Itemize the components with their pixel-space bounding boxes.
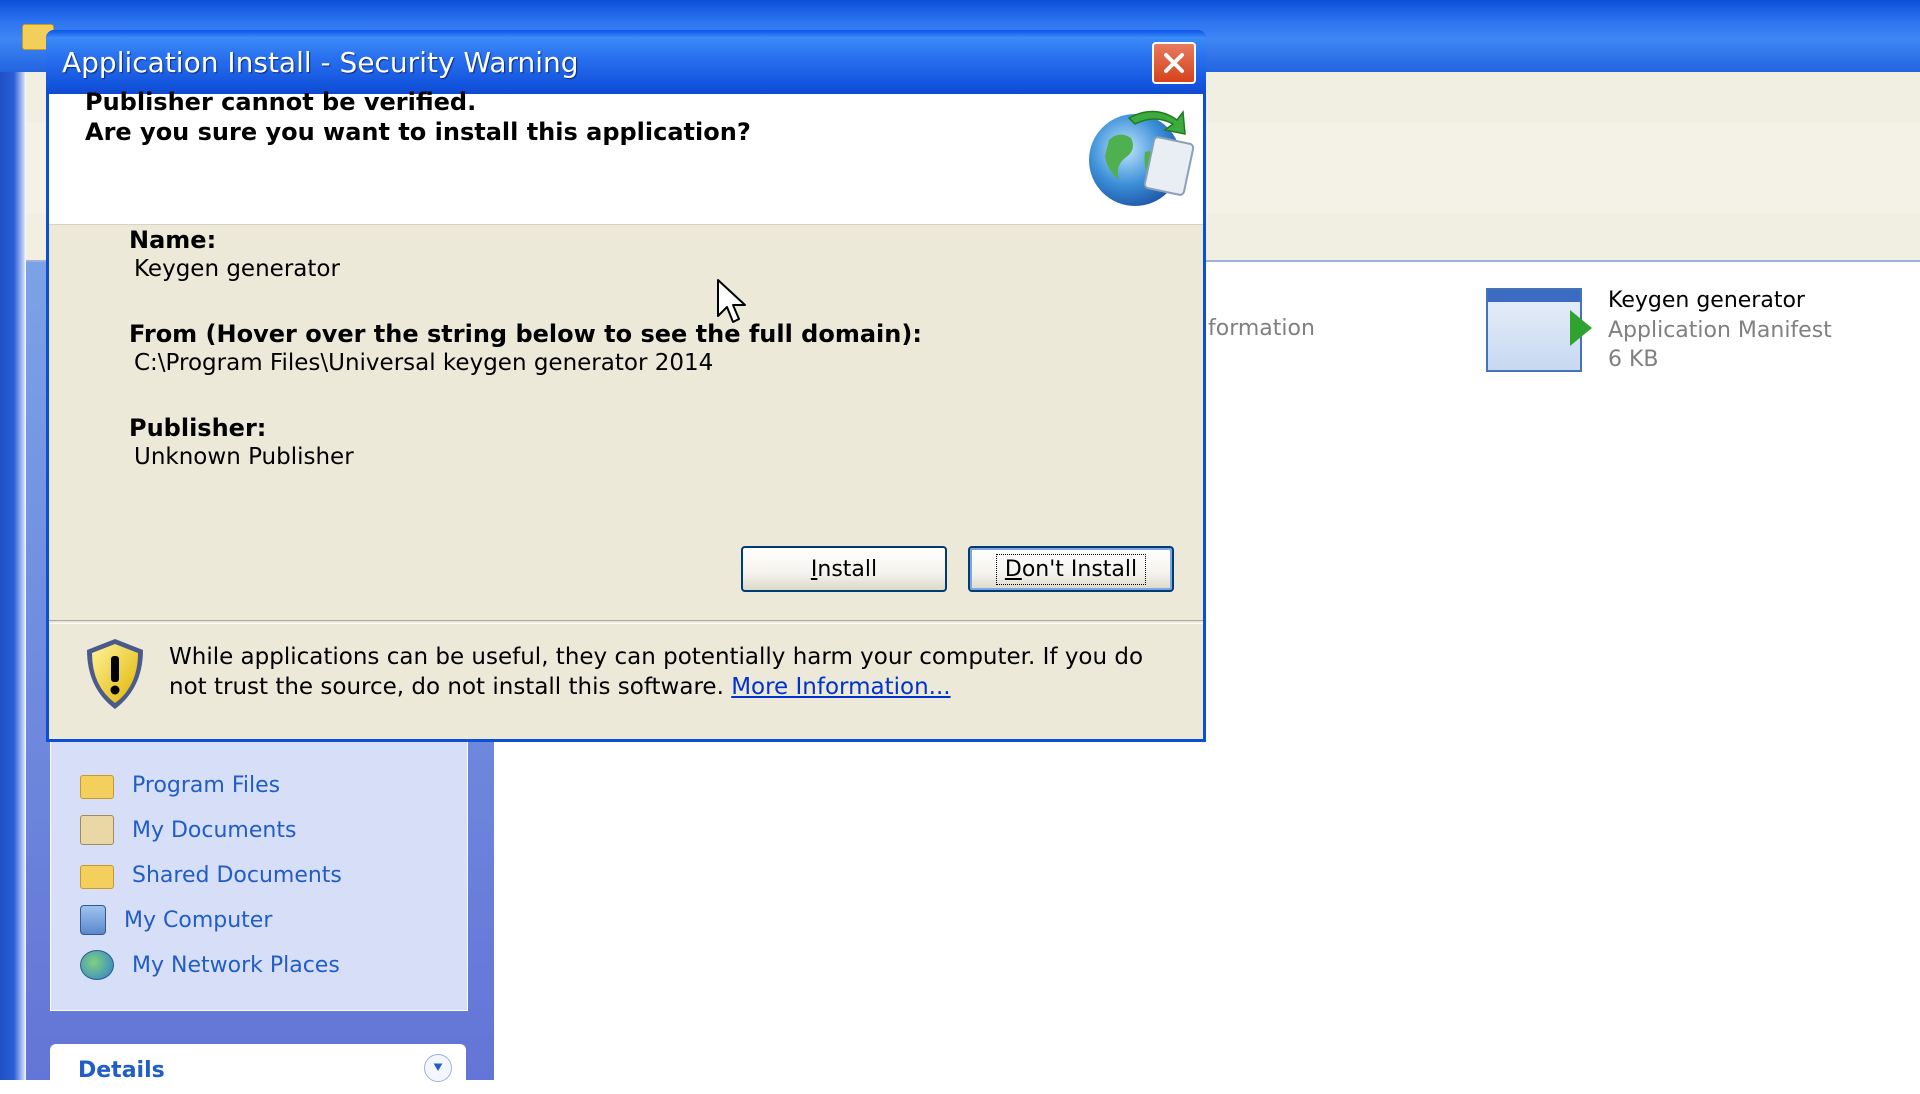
more-information-link[interactable]: More Information... xyxy=(731,674,950,700)
dialog-separator xyxy=(49,620,1203,624)
place-label: My Documents xyxy=(132,817,297,843)
dont-install-button-label: Don't Install xyxy=(995,553,1147,585)
warning-message: While applications can be useful, they c… xyxy=(169,642,1179,702)
file-size: 6 KB xyxy=(1608,347,1659,372)
close-icon xyxy=(1164,53,1184,73)
documents-icon xyxy=(80,815,114,845)
name-label: Name: xyxy=(129,226,217,254)
install-button-label: Install xyxy=(810,556,878,582)
dialog-title: Application Install - Security Warning xyxy=(62,46,579,79)
security-warning-dialog: Application Install - Security Warning P… xyxy=(46,30,1206,742)
publisher-label: Publisher: xyxy=(129,414,267,442)
network-icon xyxy=(80,950,114,980)
computer-icon xyxy=(80,905,106,935)
place-label: Shared Documents xyxy=(132,862,342,888)
folder-icon xyxy=(80,775,114,799)
place-my-documents[interactable]: My Documents xyxy=(80,814,296,846)
folder-icon xyxy=(80,865,114,889)
chevron-down-icon[interactable]: ⯆ xyxy=(424,1054,452,1082)
dont-install-button[interactable]: Don't Install xyxy=(968,546,1174,592)
place-shared-documents[interactable]: Shared Documents xyxy=(80,859,342,891)
file-name: Keygen generator xyxy=(1608,288,1805,313)
place-label: My Computer xyxy=(124,907,273,933)
place-label: My Network Places xyxy=(132,952,340,978)
place-my-network-places[interactable]: My Network Places xyxy=(80,949,340,981)
from-value[interactable]: C:\Program Files\Universal keygen genera… xyxy=(134,350,713,376)
place-my-computer[interactable]: My Computer xyxy=(80,904,272,936)
from-label: From (Hover over the string below to see… xyxy=(129,320,922,348)
file-type: Application Manifest xyxy=(1608,318,1832,343)
close-button[interactable] xyxy=(1152,42,1196,84)
details-title: Details xyxy=(78,1058,165,1083)
place-program-files[interactable]: Program Files xyxy=(80,769,280,801)
dialog-titlebar[interactable]: Application Install - Security Warning xyxy=(46,30,1206,94)
header-question-text: Are you sure you want to install this ap… xyxy=(85,118,751,146)
shield-warning-icon xyxy=(87,639,143,709)
details-box[interactable]: Details ⯆ xyxy=(50,1044,466,1094)
warning-text: While applications can be useful, they c… xyxy=(169,644,1144,700)
install-button[interactable]: Install xyxy=(741,546,947,592)
place-label: Program Files xyxy=(132,772,281,798)
mouse-cursor-icon xyxy=(717,279,746,323)
file-item-keygen-manifest[interactable]: Keygen generator Application Manifest 6 … xyxy=(1486,286,1906,386)
partial-information-text: formation xyxy=(1208,316,1315,341)
name-value: Keygen generator xyxy=(134,256,340,282)
green-arrow-icon xyxy=(1570,310,1592,346)
header-unverified-text: Publisher cannot be verified. xyxy=(85,88,477,116)
application-manifest-icon xyxy=(1486,288,1582,372)
globe-install-icon xyxy=(1089,109,1195,206)
publisher-value: Unknown Publisher xyxy=(134,444,354,470)
